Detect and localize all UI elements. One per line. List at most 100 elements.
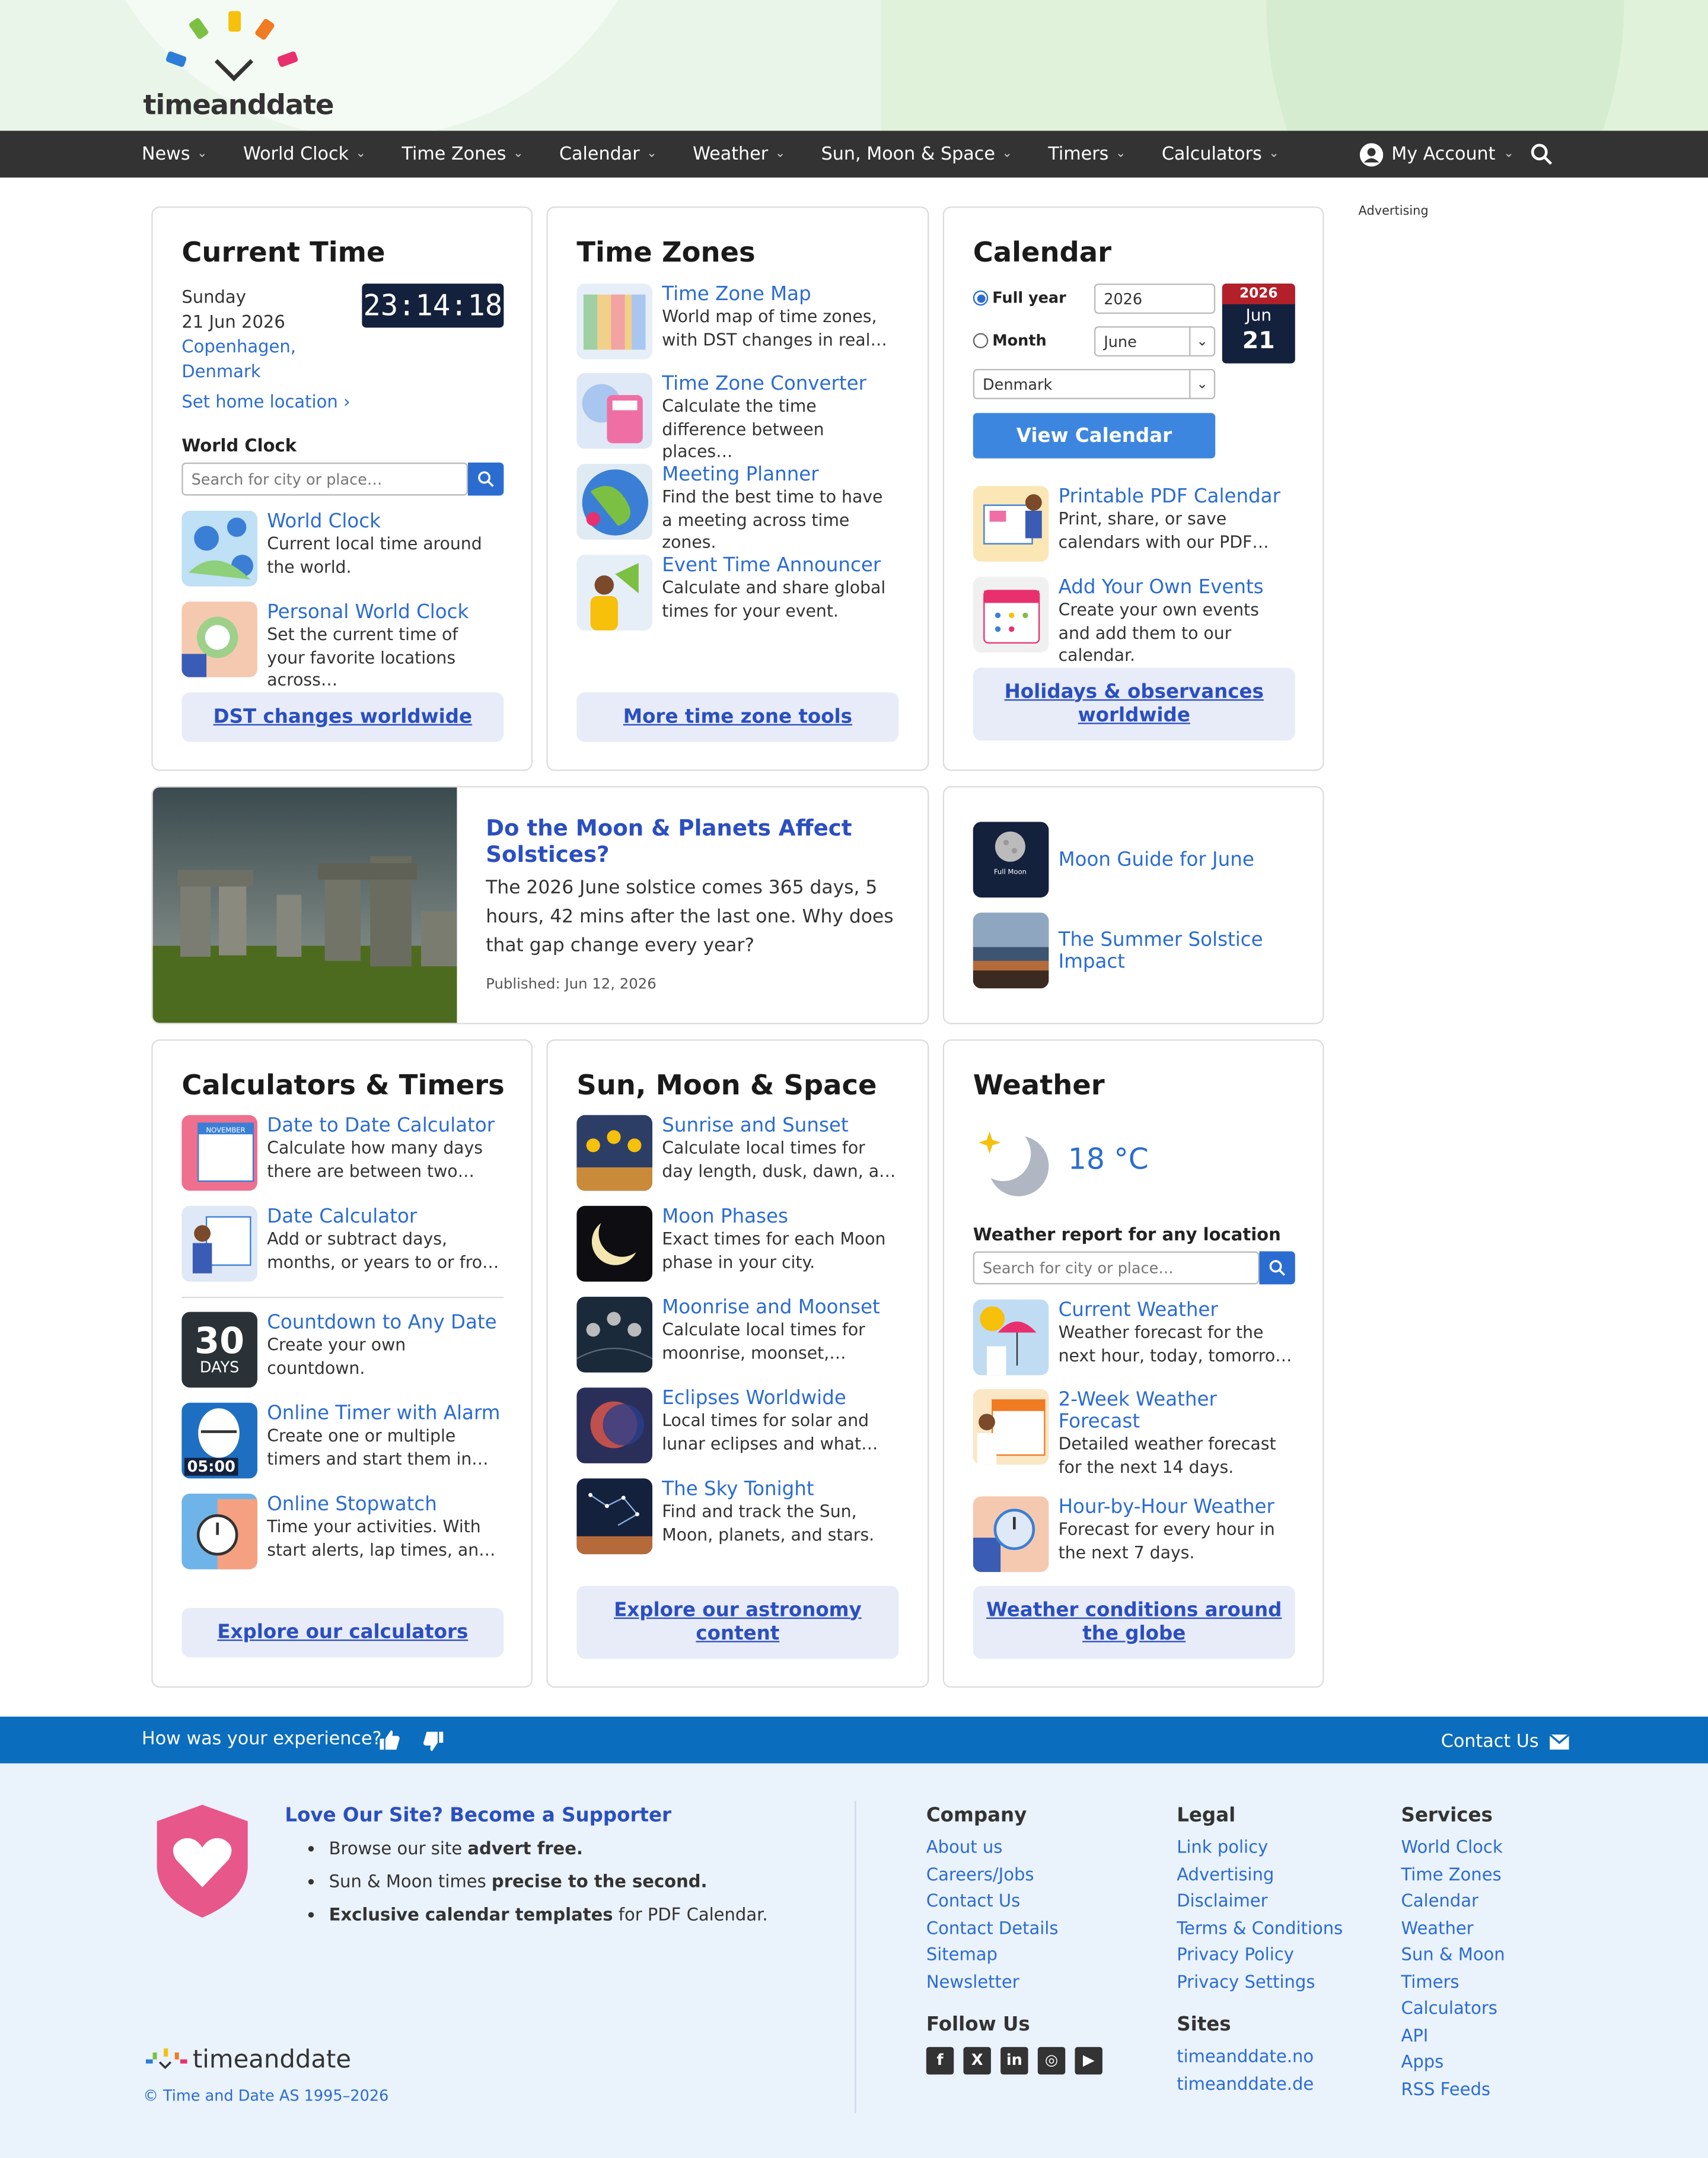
year-input[interactable]: 2026 bbox=[1094, 284, 1216, 314]
footer-link[interactable]: Contact Details bbox=[926, 1914, 1059, 1941]
instagram-icon[interactable]: ◎ bbox=[1037, 2046, 1066, 2074]
weather-conditions-button[interactable]: Weather conditions around the globe bbox=[973, 1586, 1295, 1659]
contact-us-link[interactable]: Contact Us bbox=[1441, 1732, 1569, 1752]
moon-phases-link[interactable]: Moon Phases bbox=[662, 1206, 896, 1228]
list-item[interactable]: Current Weather Weather forecast for the … bbox=[973, 1299, 1293, 1376]
linkedin-icon[interactable]: in bbox=[1000, 2046, 1028, 2074]
nav-weather[interactable]: Weather ⌄ bbox=[675, 144, 804, 165]
footer-link[interactable]: Link policy bbox=[1177, 1834, 1343, 1860]
footer-link[interactable]: RSS Feeds bbox=[1401, 2075, 1505, 2102]
list-item[interactable]: 05:00 Online Timer with Alarm Create one … bbox=[181, 1402, 501, 1479]
list-item[interactable]: Event Time Announcer Calculate and share … bbox=[576, 555, 896, 631]
footer-link[interactable]: Newsletter bbox=[926, 1968, 1059, 1994]
sky-tonight-link[interactable]: The Sky Tonight bbox=[662, 1478, 896, 1500]
search-icon[interactable] bbox=[1531, 143, 1553, 165]
list-item[interactable]: Meeting Planner Find the best time to hav… bbox=[576, 464, 896, 554]
add-own-events-link[interactable]: Add Your Own Events bbox=[1059, 577, 1293, 599]
current-weather-link[interactable]: Current Weather bbox=[1059, 1300, 1293, 1322]
list-item[interactable]: NOVEMBER Date to Date Calculator Calculat… bbox=[181, 1115, 501, 1191]
list-item[interactable]: Add Your Own Events Create your own event… bbox=[973, 577, 1292, 667]
full-year-radio[interactable]: Full year bbox=[973, 289, 1066, 307]
featured-article-card[interactable]: Do the Moon & Planets Affect Solstices? … bbox=[151, 786, 929, 1024]
youtube-icon[interactable]: ▶ bbox=[1075, 2046, 1102, 2074]
my-account-menu[interactable]: My Account ⌄ bbox=[1359, 131, 1514, 177]
holidays-button[interactable]: Holidays & observances worldwide bbox=[973, 667, 1295, 741]
list-item[interactable]: World Clock Current local time around the… bbox=[181, 510, 501, 587]
nav-calculators[interactable]: Calculators ⌄ bbox=[1144, 144, 1297, 165]
event-time-announcer-link[interactable]: Event Time Announcer bbox=[662, 555, 896, 577]
footer-link[interactable]: timeanddate.no bbox=[1177, 2043, 1314, 2070]
footer-link[interactable]: API bbox=[1401, 2022, 1505, 2048]
thumbs-down-icon[interactable] bbox=[422, 1730, 444, 1752]
time-zone-map-link[interactable]: Time Zone Map bbox=[662, 284, 896, 305]
list-item[interactable]: Personal World Clock Set the current time… bbox=[181, 601, 501, 692]
list-item[interactable]: Time Zone Map World map of time zones, wi… bbox=[576, 284, 896, 359]
footer-link[interactable]: Careers/Jobs bbox=[926, 1860, 1059, 1887]
set-home-location-link[interactable]: Set home location › bbox=[181, 391, 350, 412]
thumbs-up-icon[interactable] bbox=[378, 1729, 400, 1751]
list-item[interactable]: The Sky Tonight Find and track the Sun, M… bbox=[576, 1478, 896, 1555]
summer-solstice-link[interactable]: The Summer Solstice Impact bbox=[1059, 928, 1293, 972]
view-calendar-button[interactable]: View Calendar bbox=[973, 413, 1216, 459]
moonrise-moonset-link[interactable]: Moonrise and Moonset bbox=[662, 1297, 896, 1319]
footer-link[interactable]: Privacy Policy bbox=[1177, 1941, 1343, 1968]
nav-news[interactable]: News ⌄ bbox=[124, 144, 225, 165]
sunrise-sunset-link[interactable]: Sunrise and Sunset bbox=[662, 1115, 896, 1137]
month-radio[interactable]: Month bbox=[973, 332, 1047, 349]
footer-link[interactable]: Terms & Conditions bbox=[1177, 1914, 1343, 1941]
footer-link[interactable]: Apps bbox=[1401, 2048, 1505, 2075]
date-to-date-calculator-link[interactable]: Date to Date Calculator bbox=[267, 1115, 501, 1137]
footer-link[interactable]: timeanddate.de bbox=[1177, 2070, 1314, 2096]
nav-calendar[interactable]: Calendar ⌄ bbox=[541, 144, 675, 165]
list-item[interactable]: Sunrise and Sunset Calculate local times … bbox=[576, 1115, 896, 1191]
footer-link[interactable]: World Clock bbox=[1401, 1834, 1505, 1860]
footer-link[interactable]: Calculators bbox=[1401, 1995, 1505, 2022]
country-select[interactable]: Denmark ⌄ bbox=[973, 368, 1216, 400]
list-item[interactable]: 30 DAYS Countdown to Any Date Create your … bbox=[181, 1312, 501, 1388]
list-item[interactable]: Moon Phases Exact times for each Moon pha… bbox=[576, 1205, 896, 1282]
list-item[interactable]: Online Stopwatch Time your activities. Wi… bbox=[181, 1493, 501, 1570]
footer-link[interactable]: Timers bbox=[1401, 1968, 1505, 1994]
personal-world-clock-link[interactable]: Personal World Clock bbox=[267, 601, 501, 623]
list-item[interactable]: Full Moon Moon Guide for June bbox=[973, 822, 1292, 898]
moon-guide-link[interactable]: Moon Guide for June bbox=[1059, 849, 1254, 871]
date-calculator-link[interactable]: Date Calculator bbox=[267, 1206, 501, 1228]
printable-pdf-calendar-link[interactable]: Printable PDF Calendar bbox=[1059, 486, 1293, 508]
month-select[interactable]: June ⌄ bbox=[1094, 326, 1216, 357]
explore-astronomy-button[interactable]: Explore our astronomy content bbox=[576, 1586, 899, 1659]
list-item[interactable]: Time Zone Converter Calculate the time di… bbox=[576, 373, 896, 463]
hourly-weather-link[interactable]: Hour-by-Hour Weather bbox=[1059, 1497, 1293, 1519]
meeting-planner-link[interactable]: Meeting Planner bbox=[662, 464, 896, 486]
list-item[interactable]: 2-Week Weather Forecast Detailed weather … bbox=[973, 1389, 1292, 1479]
online-stopwatch-link[interactable]: Online Stopwatch bbox=[267, 1494, 501, 1516]
facebook-icon[interactable]: f bbox=[926, 2046, 954, 2074]
footer-link[interactable]: Sitemap bbox=[926, 1941, 1059, 1968]
footer-logo[interactable]: timeanddate bbox=[143, 2046, 351, 2074]
footer-link[interactable]: Time Zones bbox=[1401, 1860, 1505, 1887]
footer-link[interactable]: Weather bbox=[1401, 1914, 1505, 1941]
x-twitter-icon[interactable]: X bbox=[963, 2046, 991, 2074]
list-item[interactable]: Date Calculator Add or subtract days, mon… bbox=[181, 1205, 501, 1282]
footer-link[interactable]: Contact Us bbox=[926, 1888, 1059, 1914]
list-item[interactable]: Printable PDF Calendar Print, share, or s… bbox=[973, 486, 1292, 562]
footer-link[interactable]: Privacy Settings bbox=[1177, 1968, 1343, 1994]
list-item[interactable]: Moonrise and Moonset Calculate local time… bbox=[576, 1297, 896, 1373]
world-clock-link[interactable]: World Clock bbox=[267, 511, 501, 533]
city-search-input[interactable]: Search for city or place… bbox=[181, 462, 469, 496]
weather-search-input[interactable]: Search for city or place… bbox=[973, 1251, 1260, 1285]
supporter-title-link[interactable]: Love Our Site? Become a Supporter bbox=[285, 1804, 671, 1826]
logo-wordmark[interactable]: timeanddate bbox=[143, 88, 334, 122]
online-timer-link[interactable]: Online Timer with Alarm bbox=[267, 1403, 501, 1425]
article-title-link[interactable]: Do the Moon & Planets Affect Solstices? bbox=[486, 815, 885, 867]
list-item[interactable]: Hour-by-Hour Weather Forecast for every h… bbox=[973, 1496, 1293, 1573]
nav-world-clock[interactable]: World Clock ⌄ bbox=[225, 144, 384, 165]
footer-link[interactable]: Calendar bbox=[1401, 1888, 1505, 1914]
footer-link[interactable]: Advertising bbox=[1177, 1860, 1343, 1887]
list-item[interactable]: The Summer Solstice Impact bbox=[973, 912, 1293, 989]
nav-timers[interactable]: Timers ⌄ bbox=[1030, 144, 1143, 165]
weather-search-button[interactable] bbox=[1259, 1251, 1295, 1285]
city-search-button[interactable] bbox=[468, 462, 504, 496]
dst-changes-button[interactable]: DST changes worldwide bbox=[181, 692, 504, 742]
two-week-forecast-link[interactable]: 2-Week Weather Forecast bbox=[1059, 1389, 1293, 1433]
nav-sun-moon-space[interactable]: Sun, Moon & Space ⌄ bbox=[803, 144, 1030, 165]
